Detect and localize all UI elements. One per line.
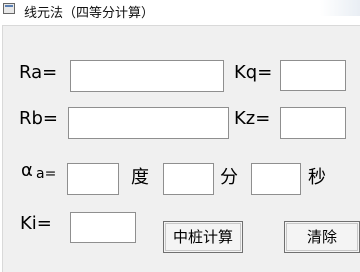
kz-label: Kz= [234,108,271,129]
degree-label: 度 [131,167,149,188]
ra-input[interactable] [70,60,224,92]
calculate-button-label: 中桩计算 [172,228,233,246]
alpha-symbol: α [21,160,33,181]
app-window-icon [3,3,15,14]
clear-button[interactable]: 清除 [284,221,360,253]
rb-label: Rb= [19,108,59,129]
ki-label: Ki= [20,213,52,234]
kq-label: Kq= [234,62,273,83]
window-title: 线元法（四等分计算） [24,6,155,21]
ki-input[interactable] [70,212,136,243]
alpha-subscript-label: a= [36,166,57,182]
second-label: 秒 [308,167,326,188]
minute-input[interactable] [163,163,214,195]
calculate-button[interactable]: 中桩计算 [163,221,243,253]
degree-input[interactable] [67,163,119,195]
second-input[interactable] [251,163,301,195]
minute-label: 分 [220,167,238,188]
titlebar-glow [320,0,360,16]
kz-input[interactable] [280,107,346,139]
kq-input[interactable] [280,60,346,91]
ra-label: Ra= [19,62,58,83]
title-bar: 线元法（四等分计算） [0,0,360,25]
rb-input[interactable] [68,107,229,139]
clear-button-label: 清除 [306,228,337,246]
